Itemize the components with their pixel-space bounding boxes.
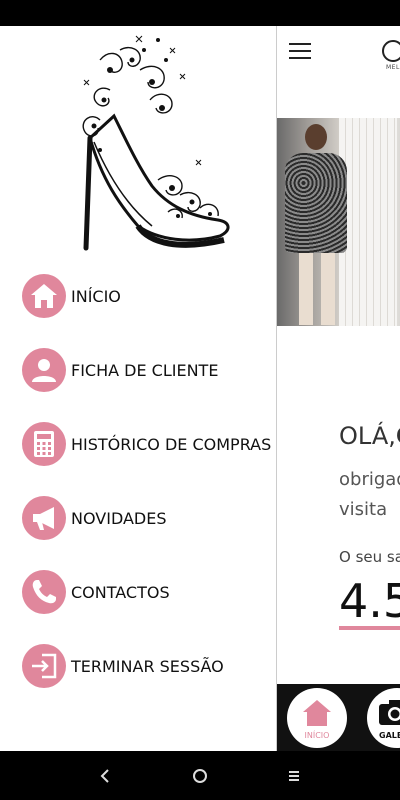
home-icon bbox=[22, 274, 66, 318]
thanks-line-2: visita bbox=[339, 499, 388, 520]
camera-icon bbox=[379, 700, 400, 725]
drawer-item-label: FICHA DE CLIENTE bbox=[71, 360, 219, 380]
greeting-text: OLÁ,C bbox=[339, 422, 400, 450]
bottom-nav-galeria-label: GALE bbox=[379, 731, 400, 740]
calculator-icon bbox=[22, 422, 66, 466]
drawer-item-novidades[interactable]: NOVIDADES bbox=[22, 496, 272, 540]
hero-image bbox=[277, 118, 400, 326]
drawer-item-contactos[interactable]: CONTACTOS bbox=[22, 570, 272, 614]
bottom-nav-inicio-label: INÍCIO bbox=[304, 731, 330, 740]
drawer-item-inicio[interactable]: INÍCIO bbox=[22, 274, 272, 318]
brand-logo bbox=[382, 40, 400, 62]
high-heel-shoe-illustration bbox=[82, 35, 230, 251]
navigation-drawer: INÍCIO FICHA DE CLIENTE HISTÓRICO DE COM… bbox=[0, 26, 277, 751]
greeting-name: C bbox=[396, 422, 400, 450]
drawer-item-label: TERMINAR SESSÃO bbox=[71, 656, 224, 676]
logout-icon bbox=[22, 644, 66, 688]
drawer-item-label: HISTÓRICO DE COMPRAS bbox=[71, 434, 272, 454]
drawer-item-label: NOVIDADES bbox=[71, 508, 167, 528]
status-bar bbox=[0, 0, 400, 26]
app-screen: MEL OLÁ,C obrigad visita O seu sa 4.5 IN… bbox=[277, 26, 400, 751]
drawer-item-label: INÍCIO bbox=[71, 286, 121, 306]
brand-logo-subtitle: MEL bbox=[386, 64, 400, 71]
user-icon bbox=[22, 348, 66, 392]
bottom-nav-galeria[interactable]: GALE bbox=[367, 688, 400, 748]
system-navigation-bar bbox=[0, 751, 400, 800]
megaphone-icon bbox=[22, 496, 66, 540]
thanks-line-1: obrigad bbox=[339, 469, 400, 490]
drawer-item-ficha-de-cliente[interactable]: FICHA DE CLIENTE bbox=[22, 348, 272, 392]
phone-icon bbox=[22, 570, 66, 614]
recents-icon[interactable] bbox=[264, 751, 324, 800]
greeting-prefix: OLÁ, bbox=[339, 422, 396, 450]
balance-label: O seu sa bbox=[339, 548, 400, 566]
drawer-item-label: CONTACTOS bbox=[71, 582, 170, 602]
home-icon bbox=[303, 700, 331, 726]
balance-value: 4.5 bbox=[339, 574, 400, 628]
app-header: MEL bbox=[277, 26, 400, 84]
thanks-text: obrigad visita bbox=[339, 465, 400, 525]
home-circle-icon[interactable] bbox=[170, 751, 230, 800]
balance-underline bbox=[339, 626, 400, 630]
back-icon[interactable] bbox=[75, 751, 135, 800]
bottom-nav-inicio[interactable]: INÍCIO bbox=[287, 688, 347, 748]
hamburger-menu-icon[interactable] bbox=[289, 43, 311, 59]
bottom-navigation: INÍCIO GALE bbox=[277, 684, 400, 751]
drawer-item-historico-de-compras[interactable]: HISTÓRICO DE COMPRAS bbox=[22, 422, 272, 466]
drawer-item-terminar-sessao[interactable]: TERMINAR SESSÃO bbox=[22, 644, 272, 688]
